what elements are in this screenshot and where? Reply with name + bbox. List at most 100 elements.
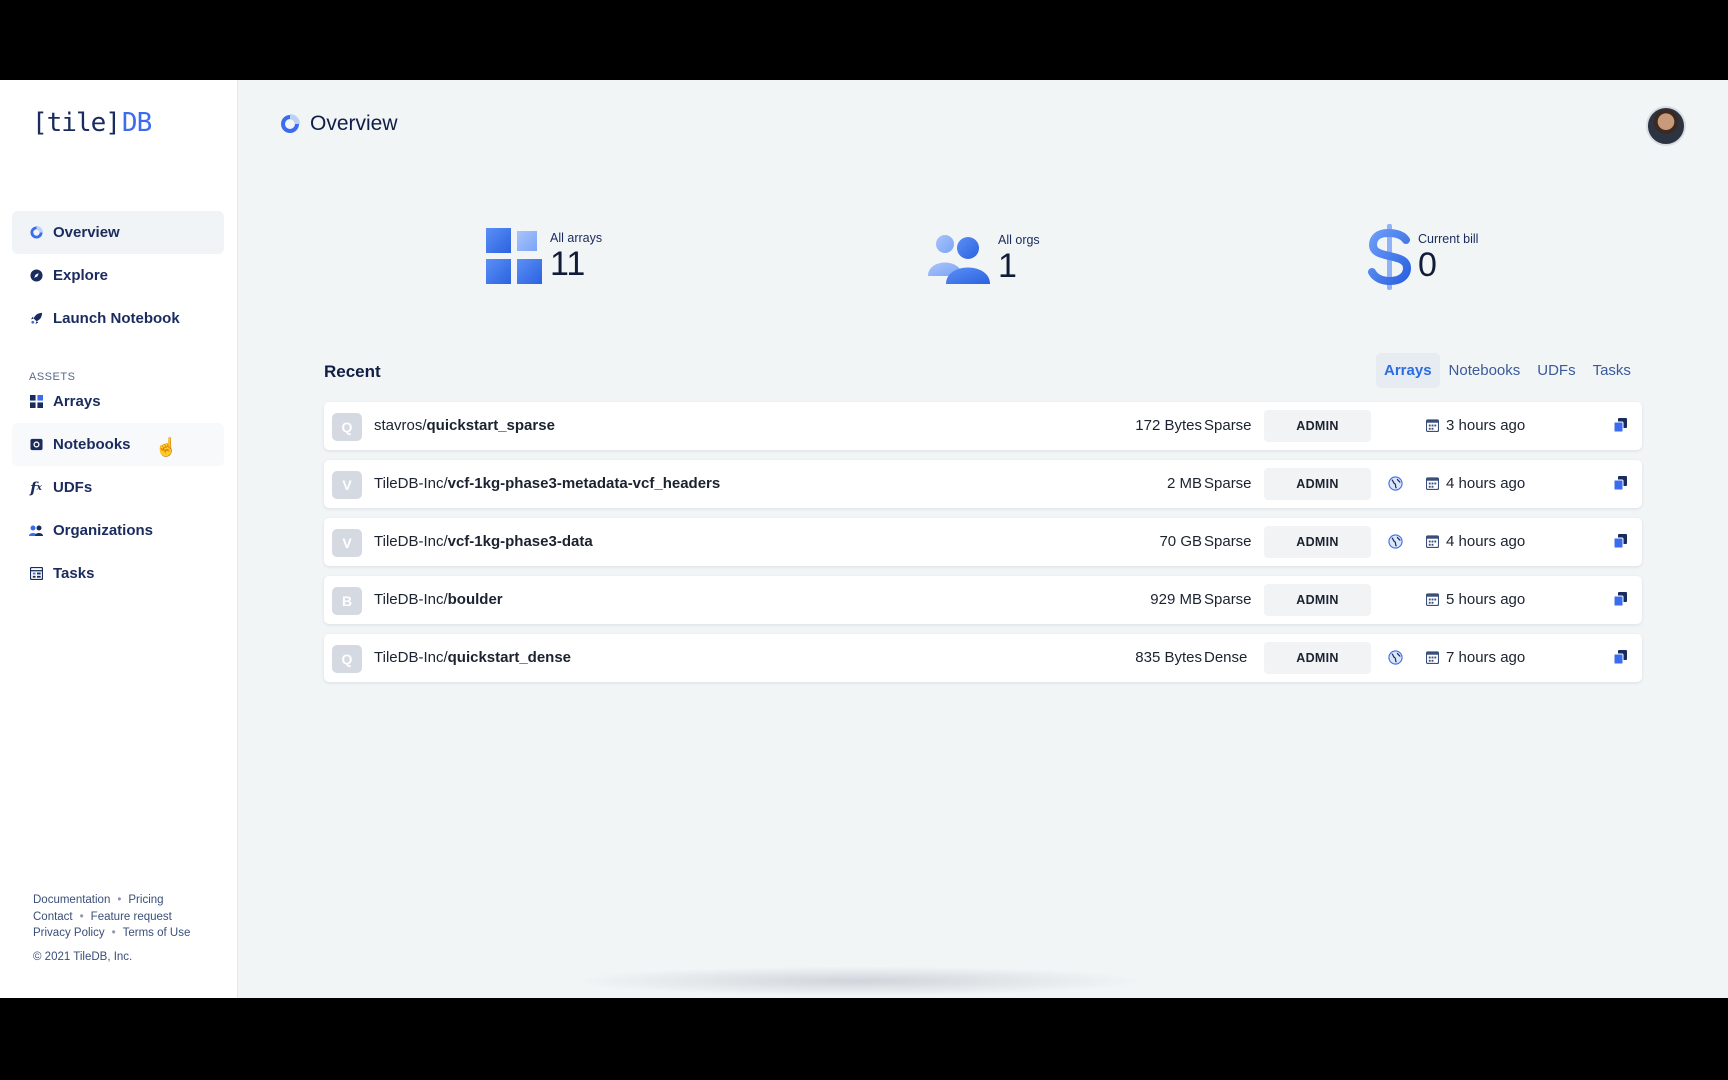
- array-name: quickstart_dense: [447, 649, 572, 666]
- copy-icon[interactable]: [1613, 650, 1627, 669]
- copy-icon[interactable]: [1613, 476, 1627, 495]
- last-accessed-time: 3 hours ago: [1446, 417, 1526, 434]
- tab-tasks[interactable]: Tasks: [1585, 353, 1639, 388]
- separator-dot: •: [117, 894, 122, 906]
- array-initial-badge: B: [332, 587, 362, 615]
- table-row[interactable]: Q TileDB-Inc/quickstart_dense 835 Bytes Den…: [324, 634, 1642, 682]
- copy-icon[interactable]: [1613, 592, 1627, 611]
- calendar-icon: [1425, 535, 1440, 553]
- recent-arrays-list: Qstavros/quickstart_sparse 172 Bytes Spars…: [324, 402, 1642, 692]
- nav-item-label: Tasks: [53, 565, 95, 582]
- nav-item-arrays[interactable]: Arrays: [12, 380, 224, 423]
- pricing-link[interactable]: Pricing: [128, 894, 163, 906]
- role-badge: ADMIN: [1264, 468, 1371, 500]
- array-name: quickstart_sparse: [426, 417, 555, 434]
- pie-icon: [280, 114, 300, 134]
- people-icon: [29, 524, 43, 538]
- array-owner: TileDB-Inc/: [374, 533, 448, 550]
- array-type: Dense: [1204, 649, 1248, 666]
- copy-icon[interactable]: [1613, 534, 1627, 553]
- sidebar: [tile]DB Overview Explore Launch Noteboo…: [0, 80, 238, 998]
- letterbox-top: [0, 0, 1728, 80]
- array-type: Sparse: [1204, 417, 1252, 434]
- array-name-link[interactable]: TileDB-Inc/vcf-1kg-phase3-data: [374, 533, 593, 550]
- documentation-link[interactable]: Documentation: [33, 894, 110, 906]
- role-badge: ADMIN: [1264, 584, 1371, 616]
- tab-notebooks[interactable]: Notebooks: [1441, 353, 1529, 388]
- globe-icon: [1388, 650, 1403, 670]
- stat-all-orgs[interactable]: All orgs 1: [928, 232, 1040, 289]
- array-name-link[interactable]: TileDB-Inc/quickstart_dense: [374, 649, 571, 666]
- array-name-link[interactable]: TileDB-Inc/vcf-1kg-phase3-metadata-vcf_h…: [374, 475, 720, 492]
- last-accessed-time: 4 hours ago: [1446, 475, 1526, 492]
- array-initial-badge: Q: [332, 413, 362, 441]
- stat-value: 1: [998, 246, 1017, 285]
- table-row[interactable]: V TileDB-Inc/vcf-1kg-phase3-data 70 GB Spar…: [324, 518, 1642, 566]
- stat-text: All arrays 11: [550, 231, 602, 283]
- array-owner: TileDB-Inc/: [374, 591, 448, 608]
- table-row[interactable]: V TileDB-Inc/vcf-1kg-phase3-metadata-vcf_…: [324, 460, 1642, 508]
- recent-tabs: Arrays Notebooks UDFs Tasks: [1375, 353, 1639, 388]
- terms-of-use-link[interactable]: Terms of Use: [123, 927, 191, 939]
- array-owner: TileDB-Inc/: [374, 649, 448, 666]
- nav-item-label: Organizations: [53, 522, 154, 539]
- nav-item-tasks[interactable]: Tasks: [12, 552, 224, 595]
- nav-item-label: UDFs: [53, 479, 93, 496]
- role-badge: ADMIN: [1264, 410, 1371, 442]
- array-initial-badge: V: [332, 471, 362, 499]
- copyright: © 2021 TileDB, Inc.: [33, 950, 133, 963]
- nav-item-launch-notebook[interactable]: Launch Notebook: [12, 297, 224, 340]
- array-name: boulder: [447, 591, 503, 608]
- stat-current-bill[interactable]: Current bill 0: [1368, 224, 1478, 295]
- page-title-text: Overview: [310, 112, 398, 135]
- stat-label: All arrays: [550, 230, 603, 245]
- table-row[interactable]: Qstavros/quickstart_sparse 172 Bytes Spars…: [324, 402, 1642, 450]
- privacy-policy-link[interactable]: Privacy Policy: [33, 927, 105, 939]
- stat-label: Current bill: [1418, 231, 1479, 246]
- last-accessed-time: 5 hours ago: [1446, 591, 1526, 608]
- nav-item-organizations[interactable]: Organizations: [12, 509, 224, 552]
- nav-item-label: Overview: [53, 224, 120, 241]
- dollar-icon: [1368, 224, 1412, 295]
- array-name-link[interactable]: TileDB-Inc/boulder: [374, 591, 503, 608]
- array-name-link[interactable]: stavros/quickstart_sparse: [374, 417, 555, 434]
- tab-arrays[interactable]: Arrays: [1376, 353, 1440, 388]
- calendar-icon: [1425, 477, 1440, 495]
- array-name: vcf-1kg-phase3-metadata-vcf_headers: [447, 475, 721, 492]
- tasks-icon: [29, 567, 43, 581]
- nav-item-notebooks[interactable]: Notebooks: [12, 423, 224, 466]
- main-nav: Overview Explore Launch Notebook: [12, 211, 224, 340]
- logo-bracket-text: [tile]: [32, 108, 121, 138]
- mouse-cursor-icon: ☝: [155, 437, 178, 457]
- tiledb-logo[interactable]: [tile]DB: [32, 108, 152, 138]
- stat-text: Current bill 0: [1418, 232, 1478, 284]
- app-window: [tile]DB Overview Explore Launch Noteboo…: [0, 80, 1728, 998]
- page-title: Overview: [280, 112, 398, 136]
- separator-dot: •: [111, 927, 116, 939]
- array-size: 835 Bytes: [1135, 649, 1202, 666]
- avatar[interactable]: [1646, 106, 1686, 146]
- contact-link[interactable]: Contact: [33, 911, 73, 923]
- role-badge: ADMIN: [1264, 642, 1371, 674]
- array-type: Sparse: [1204, 475, 1252, 492]
- stat-all-arrays[interactable]: All arrays 11: [486, 228, 602, 289]
- nav-item-udfs[interactable]: fx UDFs: [12, 466, 224, 509]
- compass-icon: [29, 269, 43, 283]
- calendar-icon: [1425, 651, 1440, 669]
- nav-item-explore[interactable]: Explore: [12, 254, 224, 297]
- array-size: 929 MB: [1150, 591, 1202, 608]
- grid-icon: [29, 395, 43, 409]
- table-row[interactable]: B TileDB-Inc/boulder 929 MB Sparse ADMIN 5 ho…: [324, 576, 1642, 624]
- array-initial-badge: V: [332, 529, 362, 557]
- copy-icon[interactable]: [1613, 418, 1627, 437]
- stat-value: 11: [550, 244, 586, 283]
- array-owner: stavros/: [374, 417, 427, 434]
- recent-title: Recent: [324, 362, 381, 381]
- rocket-icon: [29, 312, 43, 326]
- array-type: Sparse: [1204, 533, 1252, 550]
- feature-request-link[interactable]: Feature request: [91, 911, 172, 923]
- last-accessed-time: 4 hours ago: [1446, 533, 1526, 550]
- tab-udfs[interactable]: UDFs: [1529, 353, 1583, 388]
- last-accessed-time: 7 hours ago: [1446, 649, 1526, 666]
- nav-item-overview[interactable]: Overview: [12, 211, 224, 254]
